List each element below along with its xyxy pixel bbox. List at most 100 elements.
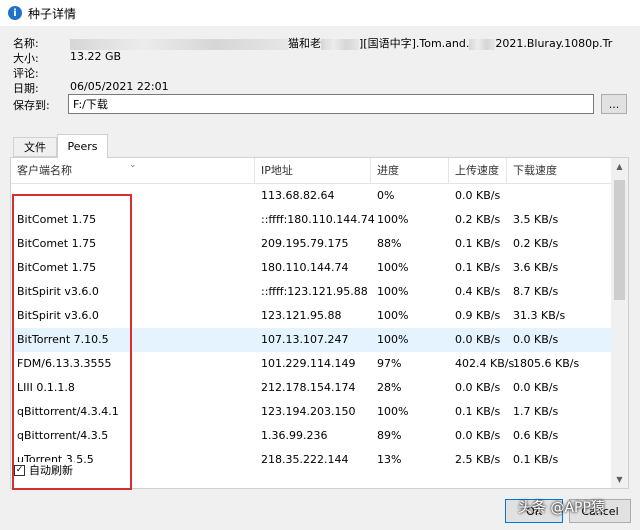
peer-upload-cell: 0.2 KB/s (455, 213, 501, 226)
peer-progress-cell: 100% (377, 333, 409, 346)
peer-upload-cell: 0.1 KB/s (455, 405, 501, 418)
column-ip[interactable]: IP地址 (255, 158, 371, 184)
peer-upload-cell: 0.1 KB/s (455, 261, 501, 274)
peer-ip-cell: 123.121.95.88 (261, 309, 342, 322)
peer-progress-cell: 100% (377, 285, 409, 298)
peer-client-cell: LIII 0.1.1.8 (17, 381, 75, 394)
size-value: 13.22 GB (70, 50, 122, 63)
peer-ip-cell: 218.35.222.144 (261, 453, 349, 466)
peer-upload-cell: 0.0 KB/s (455, 429, 501, 442)
peer-download-cell: 8.7 KB/s (513, 285, 559, 298)
column-progress[interactable]: 进度 (371, 158, 449, 184)
peer-ip-cell: 107.13.107.247 (261, 333, 349, 346)
tab-peers[interactable]: Peers (57, 134, 108, 158)
peer-upload-cell: 0.0 KB/s (455, 333, 501, 346)
peer-client-cell (11, 184, 255, 208)
peer-ip-cell: 123.194.203.150 (261, 405, 356, 418)
peer-download-cell: 3.5 KB/s (513, 213, 559, 226)
title-bar: i 种子详情 (0, 0, 640, 26)
peers-panel: 客户端名称 ⌄ IP地址 进度 上传速度 下载速度 113.68.82.64 0%… (10, 157, 629, 489)
redacted-block (70, 38, 288, 50)
peer-ip-cell: 113.68.82.64 (261, 189, 335, 202)
peer-ip-cell: 209.195.79.175 (261, 237, 349, 250)
peer-download-cell: 0.6 KB/s (513, 429, 559, 442)
peer-download-cell (507, 184, 611, 208)
vertical-scrollbar[interactable]: ▲ ▼ (611, 158, 628, 488)
watermark: 头条 @APP猿 (518, 500, 605, 516)
peer-progress-cell: 88% (377, 237, 402, 250)
peer-download-cell: 0.1 KB/s (513, 453, 559, 466)
table-row[interactable]: BitComet 1.75 209.195.79.175 88% 0.1 KB/s 0.… (11, 232, 611, 256)
date-label: 日期: (13, 82, 39, 95)
peer-progress-cell: 100% (377, 405, 409, 418)
peer-client-cell: qBittorrent/4.3.5 (17, 429, 109, 442)
peer-progress-cell: 97% (377, 357, 402, 370)
peer-progress-cell: 13% (377, 453, 402, 466)
peer-progress-cell: 28% (377, 381, 402, 394)
peer-download-cell: 3.6 KB/s (513, 261, 559, 274)
peer-progress-cell: 100% (377, 213, 409, 226)
peer-ip-cell: 212.178.154.174 (261, 381, 356, 394)
peer-client-cell: BitComet 1.75 (17, 213, 97, 226)
peer-download-cell: 0.0 KB/s (513, 381, 559, 394)
name-label: 名称: (13, 37, 39, 50)
peer-download-cell: 1805.6 KB/s (513, 357, 580, 370)
table-row[interactable]: BitTorrent 7.10.5 107.13.107.247 100% 0.0 K… (11, 328, 611, 352)
table-row[interactable]: µTorrent 3.5.5 218.35.222.144 13% 2.5 KB/s 0… (11, 448, 611, 472)
peer-ip-cell: 180.110.144.74 (261, 261, 349, 274)
peer-client-cell: BitComet 1.75 (17, 237, 97, 250)
peer-progress-cell: 100% (377, 261, 409, 274)
table-row[interactable]: BitComet 1.75::ffff:180.110.144.74 100% 0.… (11, 208, 611, 232)
peer-ip-cell: 1.36.99.236 (261, 429, 328, 442)
window-title: 种子详情 (28, 6, 77, 21)
redacted-block (469, 38, 496, 50)
peer-progress-cell: 100% (377, 309, 409, 322)
peer-ip-cell: ::ffff:180.110.144.74 (261, 213, 375, 226)
peer-download-cell: 0.0 KB/s (513, 333, 559, 346)
peer-upload-cell: 0.0 KB/s (455, 189, 501, 202)
name-value: 猫和老][国语中字].Tom.and. 2021.Bluray.1080p.Tr (70, 35, 612, 51)
peer-ip-cell: ::ffff:123.121.95.88 (261, 285, 368, 298)
sort-chevron-icon: ⌄ (129, 160, 137, 170)
peer-client-cell: BitTorrent 7.10.5 (17, 333, 109, 346)
column-download-speed[interactable]: 下载速度 (507, 158, 611, 184)
scroll-up-icon[interactable]: ▲ (611, 158, 628, 175)
peer-download-cell: 31.3 KB/s (513, 309, 566, 322)
peer-progress-cell: 0% (377, 189, 395, 202)
scroll-thumb[interactable] (614, 180, 625, 300)
saveto-label: 保存到: (13, 99, 50, 112)
table-row[interactable]: 113.68.82.64 0% 0.0 KB/s (11, 184, 611, 208)
tab-files[interactable]: 文件 (13, 137, 57, 157)
peers-list: 113.68.82.64 0% 0.0 KB/s BitComet 1.75::fff… (11, 184, 611, 472)
table-row[interactable]: FDM/6.13.3.3555 101.229.114.149 97% 402.4 K… (11, 352, 611, 376)
peer-download-cell: 0.2 KB/s (513, 237, 559, 250)
peer-client-cell: BitComet 1.75 (17, 261, 97, 274)
table-row[interactable]: qBittorrent/4.3.4.1 123.194.203.150 100% 0.… (11, 400, 611, 424)
peer-ip-cell: 101.229.114.149 (261, 357, 356, 370)
peer-upload-cell: 0.0 KB/s (455, 381, 501, 394)
app-info-icon: i (8, 6, 22, 20)
auto-refresh-checkbox[interactable]: ✓ 自动刷新 (14, 462, 77, 478)
date-value: 06/05/2021 22:01 (70, 80, 169, 93)
peer-client-cell: qBittorrent/4.3.4.1 (17, 405, 119, 418)
table-row[interactable]: qBittorrent/4.3.5 1.36.99.236 89% 0.0 KB/s 0… (11, 424, 611, 448)
peer-upload-cell: 0.9 KB/s (455, 309, 501, 322)
browse-button[interactable]: ... (601, 94, 627, 114)
auto-refresh-label: 自动刷新 (29, 464, 73, 477)
comment-label: 评论: (13, 67, 39, 80)
peer-upload-cell: 0.4 KB/s (455, 285, 501, 298)
table-row[interactable]: BitComet 1.75 180.110.144.74 100% 0.1 KB/s 3… (11, 256, 611, 280)
checkbox-check-icon: ✓ (14, 464, 25, 476)
peer-client-cell: BitSpirit v3.6.0 (17, 285, 99, 298)
table-row[interactable]: BitSpirit v3.6.0::ffff:123.121.95.88 100%… (11, 280, 611, 304)
redacted-block (321, 38, 359, 50)
peer-client-cell: BitSpirit v3.6.0 (17, 309, 99, 322)
peer-upload-cell: 0.1 KB/s (455, 237, 501, 250)
column-client[interactable]: 客户端名称 ⌄ (11, 158, 255, 184)
peer-upload-cell: 402.4 KB/s (455, 357, 515, 370)
scroll-down-icon[interactable]: ▼ (611, 471, 628, 488)
table-row[interactable]: BitSpirit v3.6.0 123.121.95.88 100% 0.9 KB/… (11, 304, 611, 328)
save-path-input[interactable] (68, 94, 594, 114)
column-upload-speed[interactable]: 上传速度 (449, 158, 507, 184)
table-row[interactable]: LIII 0.1.1.8 212.178.154.174 28% 0.0 KB/s 0.… (11, 376, 611, 400)
